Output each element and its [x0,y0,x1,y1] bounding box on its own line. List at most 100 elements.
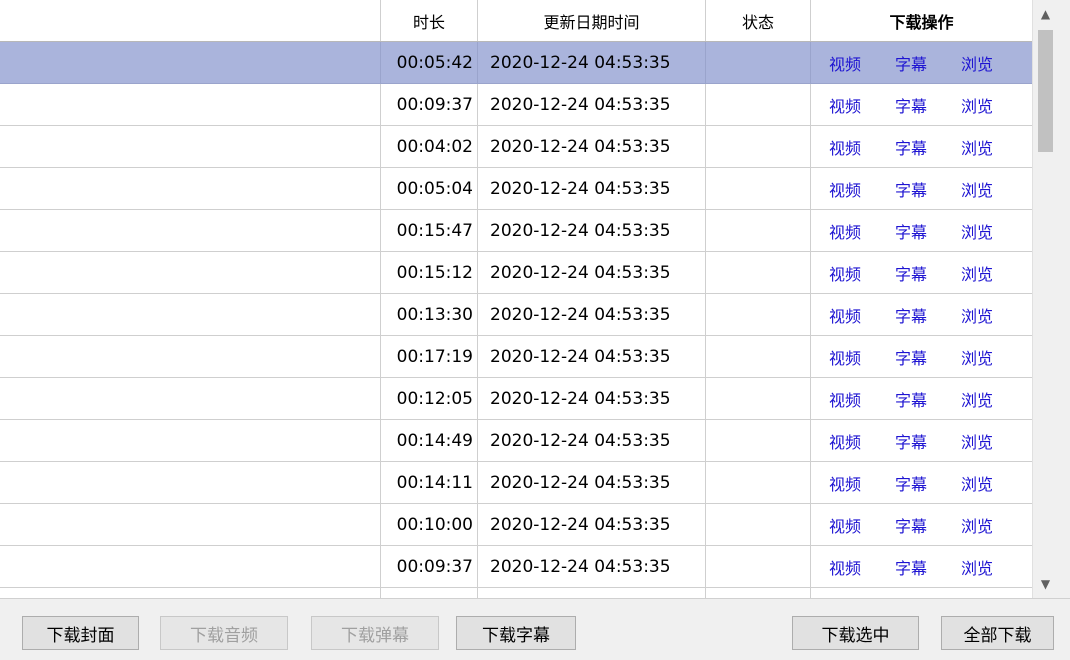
download-video-link[interactable]: 视频 [829,303,861,327]
download-subtitle-link[interactable]: 字幕 [895,387,927,411]
title-cell[interactable] [0,420,381,462]
title-cell[interactable] [0,252,381,294]
browse-link[interactable]: 浏览 [961,135,993,159]
download-video-link[interactable]: 视频 [829,51,861,75]
download-selected-button[interactable]: 下载选中 [792,616,919,650]
status-cell [706,126,811,168]
browse-link[interactable]: 浏览 [961,471,993,495]
browse-link[interactable]: 浏览 [961,555,993,579]
video-list-table: 时长 更新日期时间 状态 下载操作 00:05:42 2020-12-24 04:… [0,0,1032,598]
download-all-button[interactable]: 全部下载 [941,616,1054,650]
title-cell[interactable] [0,210,381,252]
download-ops-cell: 视频 字幕 浏览 [811,210,1032,252]
updated-cell: 2020-12-24 04:53:35 [478,252,706,294]
browse-link[interactable]: 浏览 [961,93,993,117]
download-subtitle-link[interactable]: 字幕 [895,51,927,75]
title-cell[interactable] [0,378,381,420]
table-row[interactable]: 00:09:37 2020-12-24 04:53:35 视频 字幕 浏览 [0,84,1032,126]
download-subtitle-link[interactable]: 字幕 [895,471,927,495]
updated-cell: 2020-12-24 04:53:35 [478,84,706,126]
download-ops-cell: 视频 字幕 浏览 [811,336,1032,378]
download-subtitle-link[interactable]: 字幕 [895,429,927,453]
download-subtitle-link[interactable]: 字幕 [895,219,927,243]
download-video-link[interactable]: 视频 [829,429,861,453]
status-cell [706,588,811,598]
table-row[interactable]: 00:12:05 2020-12-24 04:53:35 视频 字幕 浏览 [0,378,1032,420]
table-row[interactable]: 00:09:37 2020-12-24 04:53:35 视频 字幕 浏览 [0,546,1032,588]
download-cover-button[interactable]: 下载封面 [22,616,139,650]
download-danmaku-button[interactable]: 下载弹幕 [311,616,439,650]
browse-link[interactable]: 浏览 [961,177,993,201]
scrollbar-thumb[interactable] [1038,30,1053,152]
updated-cell: 2020-12-24 04:53:35 [478,378,706,420]
title-cell[interactable] [0,504,381,546]
duration-cell: 00:14:11 [381,462,478,504]
download-subtitle-link[interactable]: 字幕 [895,93,927,117]
download-ops-cell: 视频 字幕 浏览 [811,420,1032,462]
status-cell [706,546,811,588]
download-subtitle-link[interactable]: 字幕 [895,303,927,327]
chevron-up-icon[interactable]: ▲ [1033,0,1058,28]
status-cell [706,168,811,210]
header-download-ops[interactable]: 下载操作 [811,0,1032,41]
download-video-link[interactable]: 视频 [829,513,861,537]
header-updated[interactable]: 更新日期时间 [478,0,706,41]
title-cell[interactable] [0,588,381,598]
browse-link[interactable]: 浏览 [961,345,993,369]
table-row[interactable]: 00:15:12 2020-12-24 04:53:35 视频 字幕 浏览 [0,252,1032,294]
browse-link[interactable]: 浏览 [961,261,993,285]
download-subtitle-link[interactable]: 字幕 [895,261,927,285]
browse-link[interactable]: 浏览 [961,219,993,243]
title-cell[interactable] [0,168,381,210]
download-subtitle-link[interactable]: 字幕 [895,345,927,369]
download-video-link[interactable]: 视频 [829,345,861,369]
download-video-link[interactable]: 视频 [829,93,861,117]
download-video-link[interactable]: 视频 [829,219,861,243]
download-subtitle-link[interactable]: 字幕 [895,513,927,537]
title-cell[interactable] [0,336,381,378]
title-cell[interactable] [0,84,381,126]
title-cell[interactable] [0,126,381,168]
table-row[interactable]: 00:14:49 2020-12-24 04:53:35 视频 字幕 浏览 [0,420,1032,462]
download-video-link[interactable]: 视频 [829,555,861,579]
duration-cell: 00:13:30 [381,294,478,336]
header-duration[interactable]: 时长 [381,0,478,41]
updated-cell: 2020-12-24 04:53:35 [478,126,706,168]
table-row[interactable]: 00:04:02 2020-12-24 04:53:35 视频 字幕 浏览 [0,126,1032,168]
table-row[interactable]: 00:14:11 2020-12-24 04:53:35 视频 字幕 浏览 [0,462,1032,504]
updated-cell: 2020-12-24 04:53:35 [478,42,706,84]
download-subtitle-link[interactable]: 字幕 [895,555,927,579]
table-row[interactable]: 00:08:132020-12-24 04:53:35 视频字幕浏览 [0,588,1032,598]
download-ops-cell: 视频 字幕 浏览 [811,126,1032,168]
download-video-link[interactable]: 视频 [829,135,861,159]
title-cell[interactable] [0,42,381,84]
download-video-link[interactable]: 视频 [829,387,861,411]
download-subtitle-link[interactable]: 字幕 [895,177,927,201]
header-title-column[interactable] [0,0,381,41]
table-row[interactable]: 00:05:04 2020-12-24 04:53:35 视频 字幕 浏览 [0,168,1032,210]
table-row[interactable]: 00:05:42 2020-12-24 04:53:35 视频 字幕 浏览 [0,42,1032,84]
download-video-link[interactable]: 视频 [829,261,861,285]
download-subtitles-button[interactable]: 下载字幕 [456,616,576,650]
browse-link[interactable]: 浏览 [961,303,993,327]
table-row[interactable]: 00:13:30 2020-12-24 04:53:35 视频 字幕 浏览 [0,294,1032,336]
download-video-link[interactable]: 视频 [829,177,861,201]
window-edge [1058,0,1070,660]
title-cell[interactable] [0,294,381,336]
download-video-link[interactable]: 视频 [829,471,861,495]
download-audio-button[interactable]: 下载音频 [160,616,288,650]
vertical-scrollbar[interactable]: ▲ ▼ [1032,0,1058,598]
browse-link[interactable]: 浏览 [961,429,993,453]
download-subtitle-link[interactable]: 字幕 [895,135,927,159]
table-row[interactable]: 00:10:00 2020-12-24 04:53:35 视频 字幕 浏览 [0,504,1032,546]
chevron-down-icon[interactable]: ▼ [1033,570,1058,598]
title-cell[interactable] [0,462,381,504]
header-status[interactable]: 状态 [706,0,811,41]
browse-link[interactable]: 浏览 [961,51,993,75]
browse-link[interactable]: 浏览 [961,513,993,537]
title-cell[interactable] [0,546,381,588]
browse-link[interactable]: 浏览 [961,387,993,411]
table-row[interactable]: 00:15:47 2020-12-24 04:53:35 视频 字幕 浏览 [0,210,1032,252]
duration-cell: 00:15:12 [381,252,478,294]
table-row[interactable]: 00:17:19 2020-12-24 04:53:35 视频 字幕 浏览 [0,336,1032,378]
